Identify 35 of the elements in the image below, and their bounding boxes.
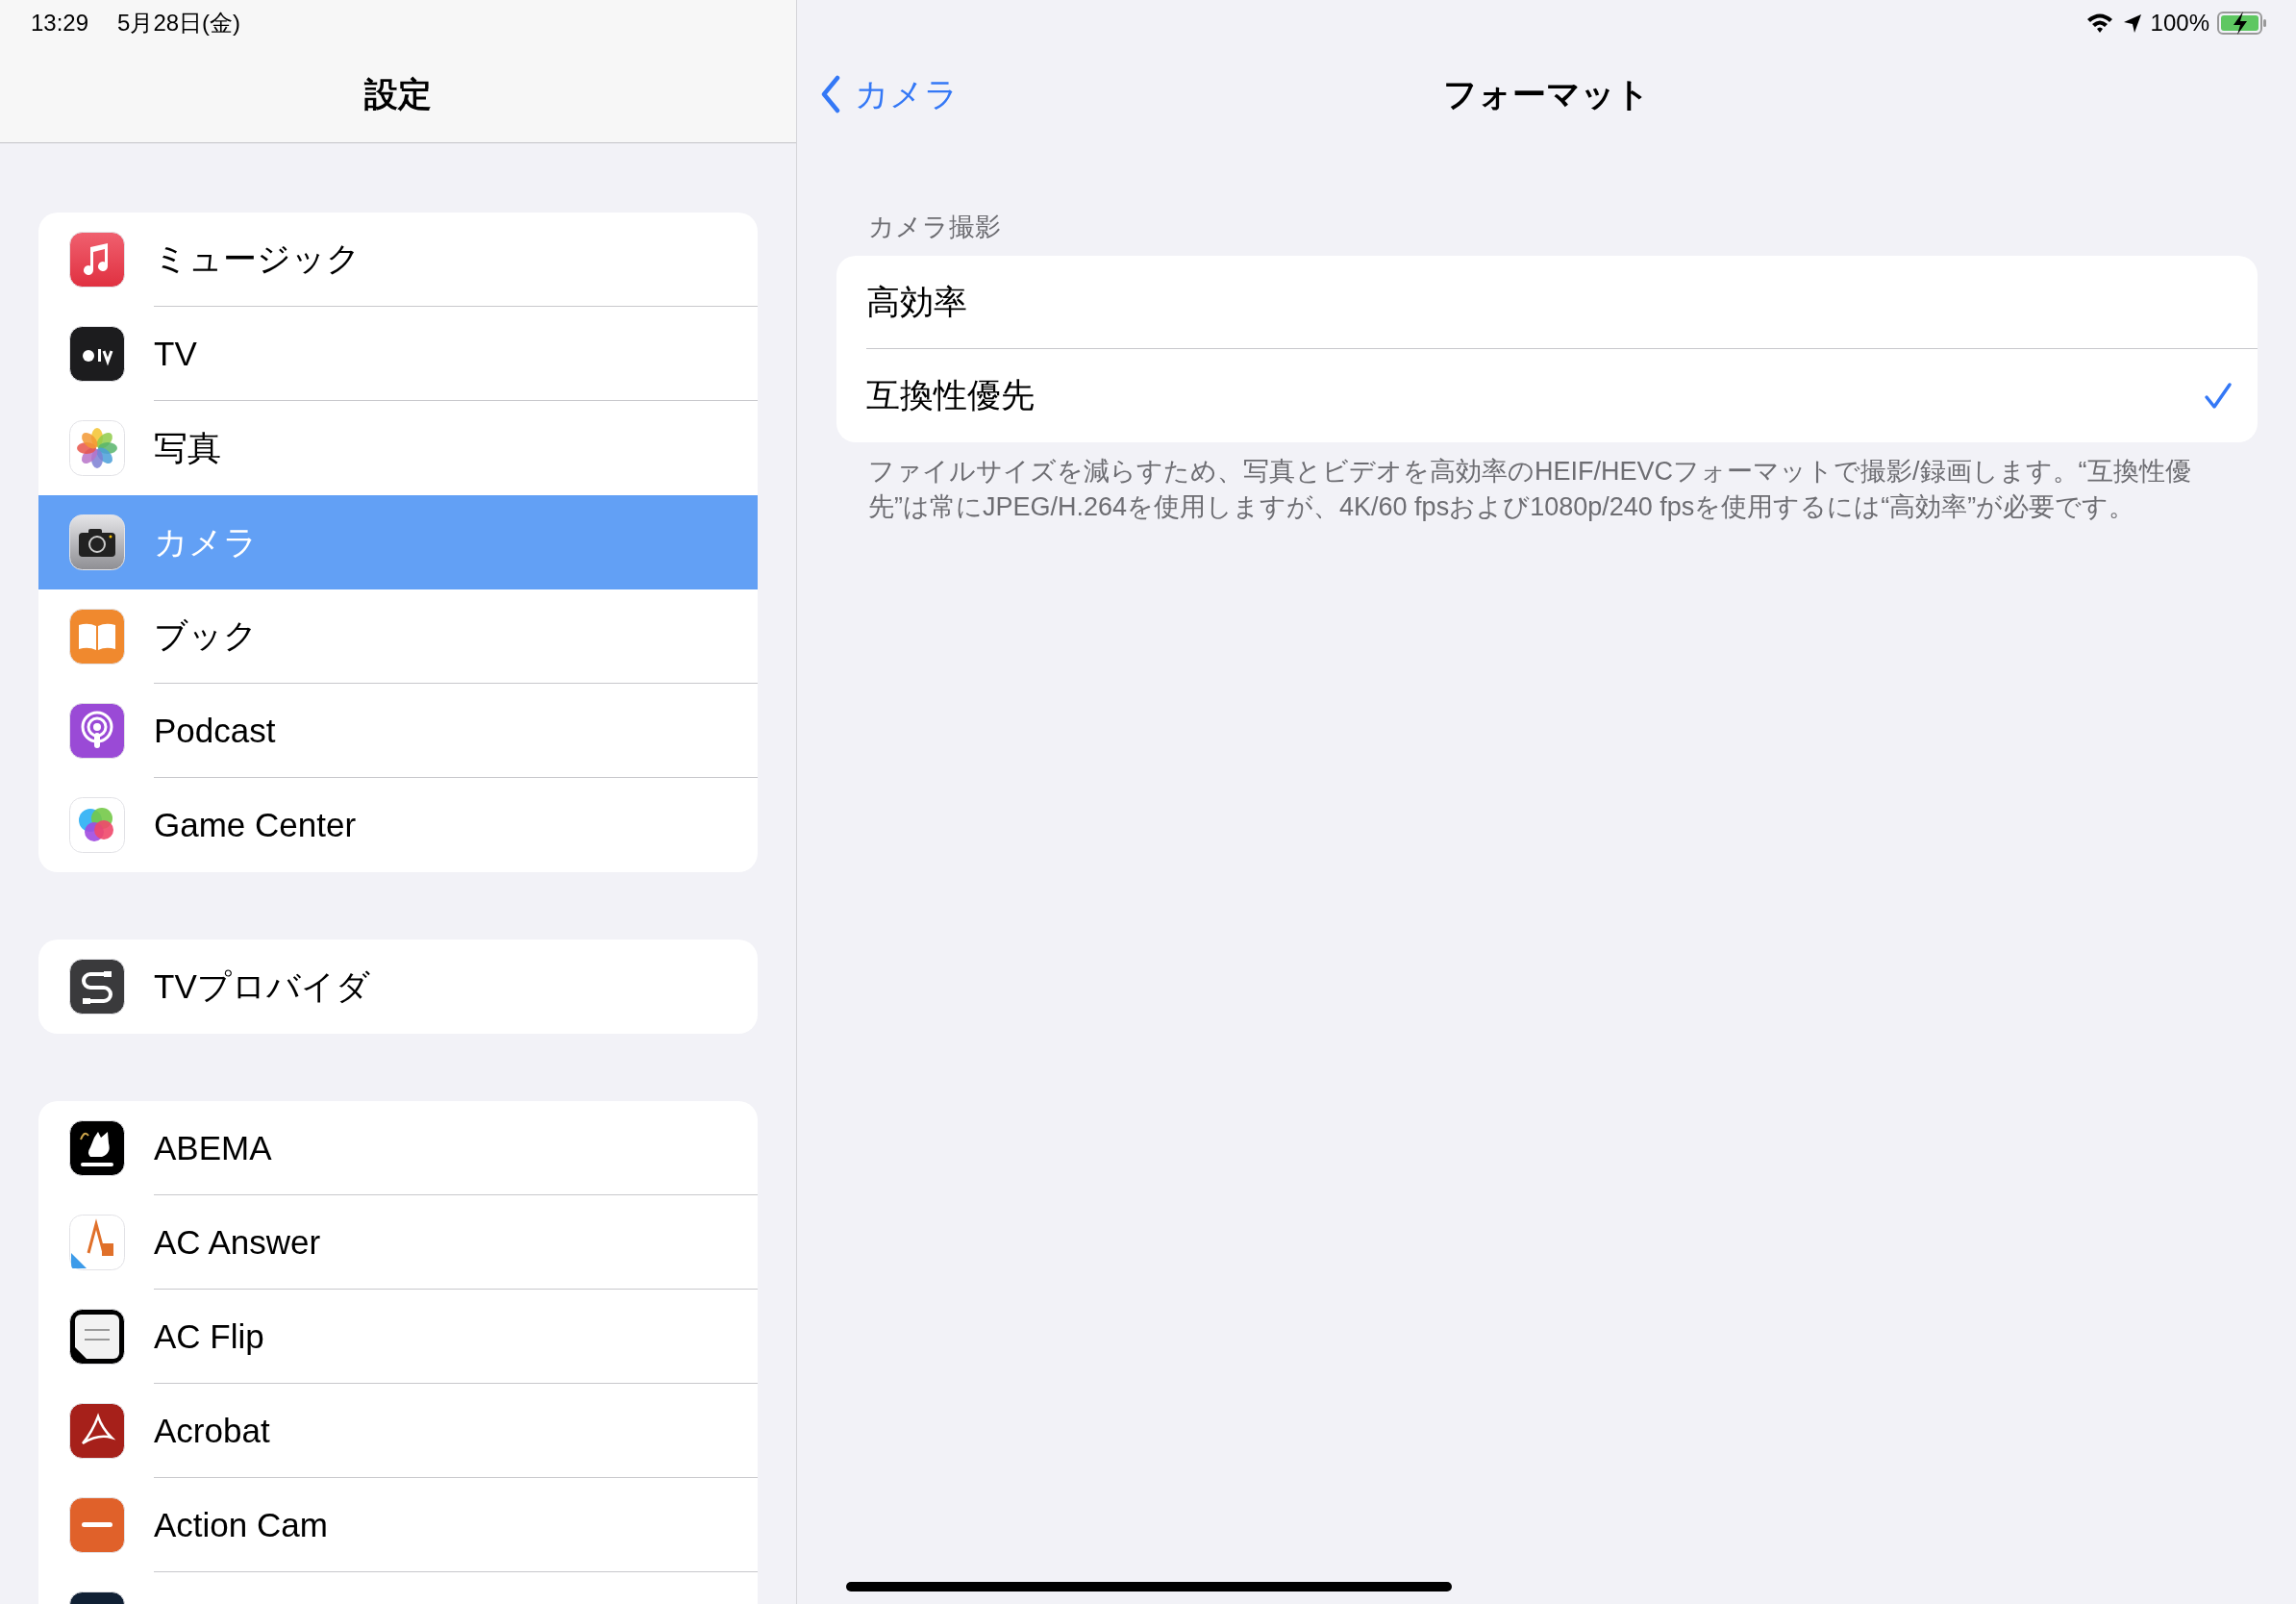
settings-item[interactable]: Podcast [38,684,758,778]
music-note-icon [69,232,125,288]
battery-charging-icon [2217,11,2267,36]
flower-icon [69,420,125,476]
settings-item[interactable]: ブック [38,589,758,684]
back-button[interactable]: カメラ [797,70,964,118]
acrobat-icon [69,1403,125,1459]
book-icon [69,609,125,664]
tv-app-icon [69,326,125,382]
sidebar-title: 設定 [363,73,433,114]
section-header: カメラ撮影 [867,212,1002,243]
footer-note: ファイルサイズを減らすため、写真とビデオを高効率のHEIF/HEVCフォーマットで撮影/録画します。“互換性優先”は常にJPEG/H.264を使用しますが、4K/60 fpsおよび1080p/240 fpsを使用するには“高効率”が必要です。 [867,456,2192,523]
settings-item[interactable]: AC Flip [38,1290,758,1384]
page-title: フォーマット [1443,73,1650,114]
settings-item[interactable]: Action Cam [38,1478,758,1572]
paper-icon [69,1309,125,1365]
format-option[interactable]: 互換性優先 [866,349,2258,442]
bubbles-icon [69,797,125,853]
checkmark-icon [2204,381,2233,411]
settings-item[interactable]: TVプロバイダ [38,940,758,1034]
settings-item[interactable]: AC Answer [38,1195,758,1290]
camera-icon [69,514,125,570]
format-option[interactable]: 高効率 [866,256,2258,349]
podcast-icon [69,703,125,759]
battery-percentage: 100% [2150,10,2209,37]
chevron-left-icon [820,75,841,113]
settings-item[interactable]: Game Center [38,778,758,872]
settings-item[interactable]: ABEMA [38,1101,758,1195]
status-time: 13:29 [31,10,89,37]
settings-item[interactable]: TV [38,307,758,401]
status-date: 5月28日(金) [117,9,241,38]
cable-icon [69,959,125,1015]
settings-item[interactable]: 写真 [38,401,758,495]
settings-item[interactable]: Acrobat [38,1384,758,1478]
settings-item[interactable]: ミュージック [38,213,758,307]
